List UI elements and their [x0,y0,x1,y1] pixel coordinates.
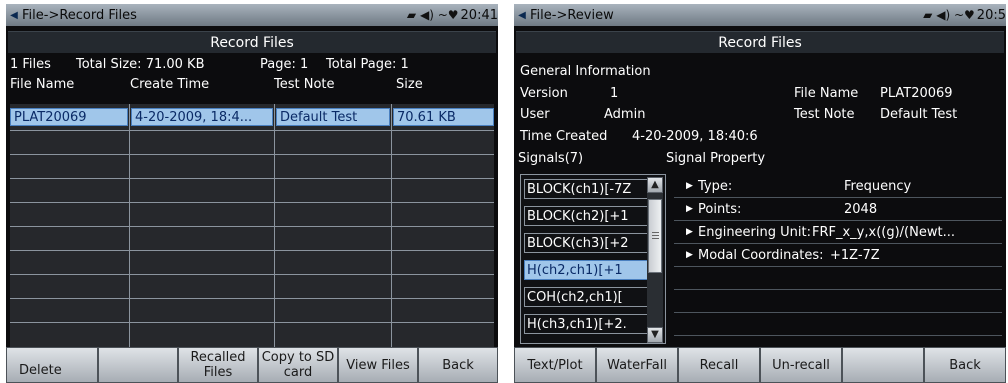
text-plot-button[interactable]: Text/Plot [514,347,596,383]
un-recall-button[interactable]: Un-recall [760,347,842,383]
property-row-points[interactable]: ▶ Points: 2048 [674,199,1002,221]
signal-item[interactable]: COH(ch2,ch1)[ [524,287,648,307]
expand-arrow-icon: ▶ [686,204,693,214]
volume-icon: ◀) [936,8,951,22]
status-bar: ◀ File->Record Files ▰ ◀) ~♥ 20:41 [6,4,498,26]
property-value: +1Z-7Z [830,248,880,263]
file-count: 1 Files [10,57,51,72]
column-header-file-name[interactable]: File Name [10,77,74,92]
page-title: Record Files [516,31,1004,53]
summary-line: 1 Files Total Size: 71.00 KB Page: 1 Tot… [6,57,498,75]
user-label: User [520,107,550,122]
copy-to-sd-card-button[interactable]: Copy to SD card [258,347,338,383]
signal-list[interactable]: BLOCK(ch1)[-7Z BLOCK(ch2)[+1 BLOCK(ch3)[… [520,174,666,344]
delete-button[interactable]: Delete [6,347,98,383]
view-files-button[interactable]: View Files [338,347,418,383]
status-icons: ▰ ◀) ~♥ [407,8,459,22]
property-row-engineering-unit[interactable]: ▶ Engineering Unit: FRF_x_y,x((g)/(Newt.… [674,222,1002,244]
breadcrumb: File->Record Files [22,7,137,23]
clock: 20:41 [460,7,498,23]
clock: 20:5 [976,7,1006,23]
test-note-value: Default Test [880,107,958,122]
scroll-down-icon[interactable]: ▼ [647,327,663,343]
waterfall-button[interactable]: WaterFall [596,347,678,383]
signal-item[interactable]: BLOCK(ch2)[+1 [524,206,648,226]
softkey-blank[interactable] [98,347,178,383]
table-row[interactable]: PLAT20069 4-20-2009, 18:4... Default Tes… [10,108,494,126]
record-files-screen: ◀ File->Record Files ▰ ◀) ~♥ 20:41 Recor… [6,4,498,383]
review-screen: ◀ File->Review ▰ ◀) ~♥ 20:5 Record Files… [514,4,1006,383]
column-header-test-note[interactable]: Test Note [274,77,335,92]
back-arrow-icon[interactable]: ◀ [514,10,530,21]
status-bar: ◀ File->Review ▰ ◀) ~♥ 20:5 [514,4,1006,26]
file-name-label: File Name [794,86,859,101]
property-key: Points: [698,202,742,217]
breadcrumb: File->Review [530,7,614,23]
time-created-value: 4-20-2009, 18:40:6 [632,129,758,144]
signal-item[interactable]: BLOCK(ch1)[-7Z [524,179,648,199]
version-label: Version [520,86,568,101]
battery-icon: ~♥ [437,8,459,22]
scroll-up-icon[interactable]: ▲ [647,177,663,193]
recall-button[interactable]: Recall [678,347,760,383]
cell-file-name[interactable]: PLAT20069 [10,108,128,126]
page-title: Record Files [8,31,496,53]
time-created-label: Time Created [520,129,608,144]
column-header-create-time[interactable]: Create Time [130,77,209,92]
general-information-title: General Information [520,64,651,79]
cell-test-note[interactable]: Default Test [276,108,390,126]
signal-item[interactable]: H(ch3,ch1)[+2. [524,314,648,334]
page-number: Page: 1 [260,57,309,72]
property-value: 2048 [844,202,878,217]
column-header-size[interactable]: Size [396,77,423,92]
recalled-files-button[interactable]: Recalled Files [178,347,258,383]
total-pages: Total Page: 1 [326,57,409,72]
signal-property-panel: ▶ Type: Frequency ▶ Points: 2048 ▶ Engin… [674,174,1002,344]
status-icons: ▰ ◀) ~♥ [923,8,975,22]
back-button[interactable]: Back [418,347,498,383]
property-key: Type: [698,179,733,194]
file-table: PLAT20069 4-20-2009, 18:4... Default Tes… [10,104,494,348]
signal-item-selected[interactable]: H(ch2,ch1)[+1 [524,260,648,280]
property-key: Modal Coordinates: [698,248,824,263]
property-value: FRF_x_y,x((g)/(Newt... [812,225,955,240]
test-note-label: Test Note [794,107,855,122]
expand-arrow-icon: ▶ [686,181,693,191]
version-value: 1 [610,86,619,101]
signal-property-title: Signal Property [666,151,766,166]
back-button[interactable]: Back [924,347,1006,383]
volume-icon: ◀) [419,8,434,22]
scroll-thumb[interactable] [648,199,662,273]
property-value: Frequency [844,179,912,194]
file-name-value: PLAT20069 [880,86,953,101]
back-arrow-icon[interactable]: ◀ [6,10,22,21]
signal-item[interactable]: BLOCK(ch3)[+2 [524,233,648,253]
expand-arrow-icon: ▶ [686,227,693,237]
expand-arrow-icon: ▶ [686,250,693,260]
total-size: Total Size: 71.00 KB [76,57,205,72]
signals-title: Signals(7) [518,151,584,166]
property-row-type[interactable]: ▶ Type: Frequency [674,176,1002,198]
signal-icon: ▰ [923,8,933,22]
cell-create-time[interactable]: 4-20-2009, 18:4... [131,108,273,126]
softkey-blank[interactable] [842,347,924,383]
property-row-modal-coordinates[interactable]: ▶ Modal Coordinates: +1Z-7Z [674,245,1002,267]
softkey-bar: Delete Recalled Files Copy to SD card Vi… [6,347,498,383]
table-header: File Name Create Time Test Note Size [6,77,498,95]
signal-icon: ▰ [406,8,417,22]
softkey-bar: Text/Plot WaterFall Recall Un-recall Bac… [514,347,1006,383]
cell-size[interactable]: 70.61 KB [393,108,494,126]
property-key: Engineering Unit: [698,225,811,240]
signal-list-scrollbar[interactable]: ▲ ▼ [647,177,663,343]
user-value: Admin [604,107,646,122]
battery-icon: ~♥ [953,8,975,22]
